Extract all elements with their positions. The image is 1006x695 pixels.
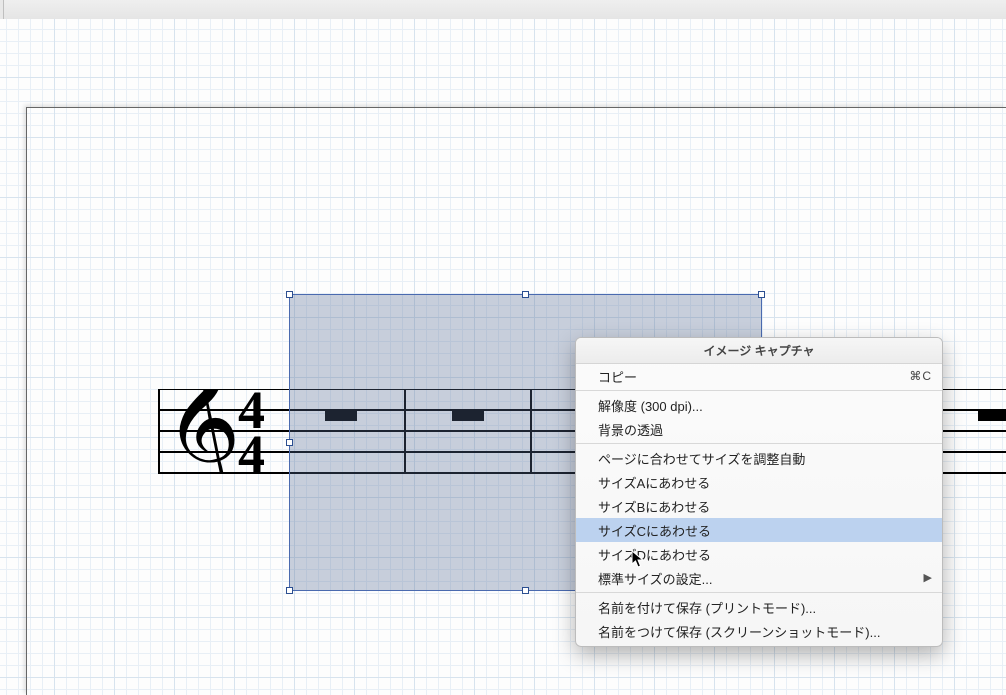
menu-item-label: 背景の透過 — [598, 420, 663, 439]
menu-item-save-screenshot[interactable]: 名前をつけて保存 (スクリーンショットモード)... — [576, 619, 942, 643]
menu-item-label: サイズBにあわせる — [598, 497, 710, 516]
menu-item-size-a[interactable]: サイズAにあわせる — [576, 470, 942, 494]
menu-separator — [576, 592, 942, 593]
resize-handle-n[interactable] — [522, 291, 529, 298]
menu-item-label: サイズAにあわせる — [598, 473, 710, 492]
menu-item-shortcut: ⌘C — [909, 369, 932, 383]
menu-item-label: 名前を付けて保存 (プリントモード)... — [598, 598, 816, 617]
menu-item-resolution[interactable]: 解像度 (300 dpi)... — [576, 393, 942, 417]
window-chrome — [0, 0, 1006, 20]
context-menu-title: イメージ キャプチャ — [576, 338, 942, 364]
menu-item-label: コピー — [598, 367, 637, 386]
menu-item-label: ページに合わせてサイズを調整自動 — [598, 449, 805, 468]
svg-text:𝄞: 𝄞 — [164, 389, 241, 474]
menu-item-save-print[interactable]: 名前を付けて保存 (プリントモード)... — [576, 595, 942, 619]
menu-item-standard-sizes[interactable]: 標準サイズの設定... ▶ — [576, 566, 942, 590]
svg-text:4: 4 — [238, 424, 265, 474]
menu-separator — [576, 390, 942, 391]
context-menu: イメージ キャプチャ コピー ⌘C 解像度 (300 dpi)... 背景の透過… — [575, 337, 943, 647]
menu-item-bg-transparency[interactable]: 背景の透過 — [576, 417, 942, 441]
menu-item-label: サイズDにあわせる — [598, 545, 711, 564]
menu-separator — [576, 443, 942, 444]
resize-handle-w[interactable] — [286, 439, 293, 446]
window-tab — [0, 0, 4, 19]
resize-handle-nw[interactable] — [286, 291, 293, 298]
resize-handle-ne[interactable] — [758, 291, 765, 298]
resize-handle-sw[interactable] — [286, 587, 293, 594]
menu-item-label: サイズCにあわせる — [598, 521, 711, 540]
menu-item-label: 名前をつけて保存 (スクリーンショットモード)... — [598, 622, 880, 641]
menu-item-size-c[interactable]: サイズCにあわせる — [576, 518, 942, 542]
svg-text:4: 4 — [238, 389, 265, 440]
resize-handle-s[interactable] — [522, 587, 529, 594]
menu-item-size-d[interactable]: サイズDにあわせる — [576, 542, 942, 566]
menu-item-copy[interactable]: コピー ⌘C — [576, 364, 942, 388]
menu-item-size-b[interactable]: サイズBにあわせる — [576, 494, 942, 518]
menu-item-label: 解像度 (300 dpi)... — [598, 396, 703, 415]
chevron-right-icon: ▶ — [924, 573, 932, 584]
menu-item-label: 標準サイズの設定... — [598, 569, 712, 588]
menu-item-fit-page[interactable]: ページに合わせてサイズを調整自動 — [576, 446, 942, 470]
canvas-area[interactable]: 𝄞 4 4 イメージ キャプチャ コピー ⌘C 解像度 — [0, 19, 1006, 695]
